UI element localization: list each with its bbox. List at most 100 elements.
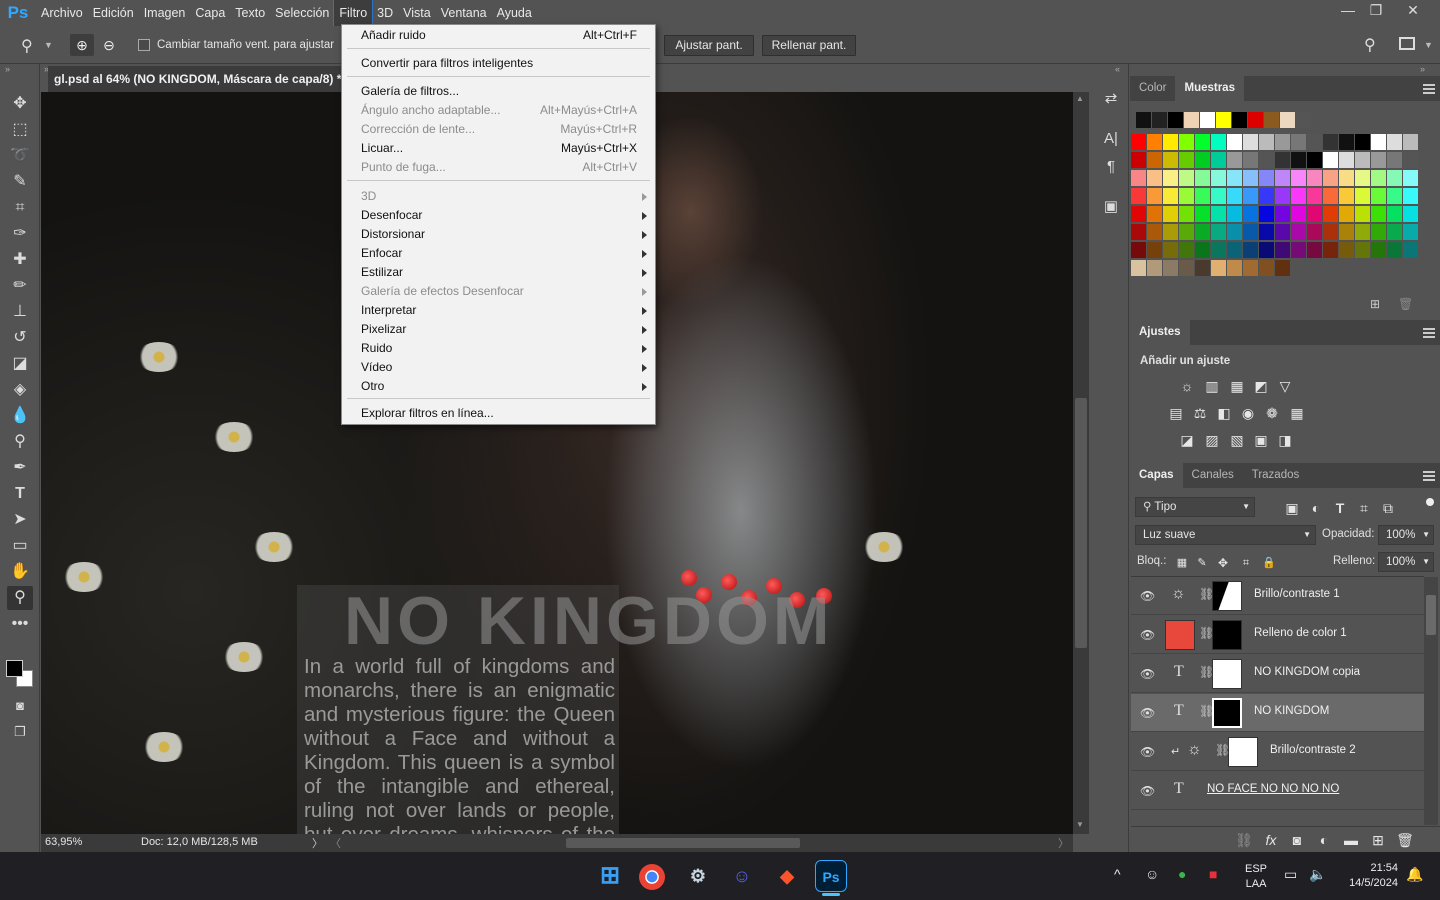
curves-icon[interactable]: ▦ [1228, 378, 1246, 394]
restore-button[interactable]: ❐ [1359, 0, 1393, 20]
resize-window-checkbox[interactable] [138, 39, 150, 51]
color-swatch[interactable] [1355, 170, 1370, 186]
color-swatch[interactable] [1243, 242, 1258, 258]
color-swatch[interactable] [1387, 242, 1402, 258]
color-swatch[interactable] [1403, 206, 1418, 222]
color-swatch[interactable] [1179, 188, 1194, 204]
color-swatch[interactable] [1195, 134, 1210, 150]
zoom-in-icon[interactable]: ⊕ [70, 34, 94, 56]
color-swatch[interactable] [1259, 134, 1274, 150]
vibrance-icon[interactable]: ▽ [1276, 378, 1294, 394]
color-swatch[interactable] [1259, 152, 1274, 168]
color-swatch[interactable] [1387, 170, 1402, 186]
color-swatch[interactable] [1403, 224, 1418, 240]
color-swatch[interactable] [1371, 152, 1386, 168]
color-swatch[interactable] [1243, 224, 1258, 240]
color-swatch[interactable] [1147, 242, 1162, 258]
layer-name[interactable]: NO KINGDOM [1254, 705, 1329, 717]
delete-layer-icon[interactable]: 🗑 [1396, 832, 1414, 848]
layer-row[interactable]: 👁 T ⛓ NO KINGDOM copia [1131, 655, 1424, 693]
color-swatch[interactable] [1371, 134, 1386, 150]
color-balance-icon[interactable]: ⚖ [1191, 405, 1209, 421]
layer-mask-thumbnail[interactable] [1212, 659, 1242, 689]
color-swatch[interactable] [1355, 188, 1370, 204]
color-swatch[interactable] [1163, 188, 1178, 204]
swatches-menu-icon[interactable] [1423, 88, 1435, 90]
color-swatch[interactable] [1403, 170, 1418, 186]
color-swatch[interactable] [1227, 260, 1242, 276]
color-swatch[interactable] [1307, 188, 1322, 204]
menu-edicion[interactable]: Edición [88, 0, 139, 26]
menu-item-estilizar[interactable]: Estilizar [342, 263, 655, 282]
lasso-tool-icon[interactable]: ➰ [7, 144, 33, 168]
threshold-icon[interactable]: ▧ [1228, 432, 1246, 448]
zoom-tool-selected-icon[interactable]: ⚲ [7, 586, 33, 610]
photoshop-taskbar-icon[interactable]: Ps [815, 860, 847, 892]
color-swatch[interactable] [1179, 260, 1194, 276]
color-swatch[interactable] [1403, 188, 1418, 204]
paint-bucket-tool-icon[interactable]: ◈ [7, 378, 33, 402]
color-swatch[interactable] [1163, 206, 1178, 222]
color-swatch[interactable] [1275, 260, 1290, 276]
color-swatch[interactable] [1387, 134, 1402, 150]
history-panel-icon[interactable]: ⇄ [1101, 88, 1121, 110]
dodge-tool-icon[interactable]: ⚲ [7, 430, 33, 454]
filter-shape-icon[interactable]: ⌗ [1355, 500, 1373, 516]
hue-saturation-icon[interactable]: ▤ [1167, 405, 1185, 421]
color-swatch[interactable] [1275, 170, 1290, 186]
color-swatch[interactable] [1275, 206, 1290, 222]
color-swatch[interactable] [1227, 242, 1242, 258]
layer-name[interactable]: Brillo/contraste 1 [1254, 588, 1340, 600]
color-swatch[interactable] [1243, 206, 1258, 222]
color-swatch[interactable] [1131, 224, 1146, 240]
color-swatch[interactable] [1403, 152, 1418, 168]
vertical-scroll-thumb[interactable] [1075, 398, 1087, 648]
color-swatch[interactable] [1200, 112, 1215, 128]
layer-name[interactable]: NO FACE NO NO NO NO [1207, 783, 1339, 795]
color-swatch[interactable] [1227, 152, 1242, 168]
filter-toggle-icon[interactable] [1426, 498, 1434, 506]
color-swatch[interactable] [1243, 134, 1258, 150]
color-swatch[interactable] [1339, 206, 1354, 222]
tray-overflow-icon[interactable]: ^ [1114, 866, 1121, 882]
color-swatch[interactable] [1195, 152, 1210, 168]
color-swatch[interactable] [1387, 224, 1402, 240]
more-tools-icon[interactable]: ••• [7, 612, 33, 636]
lock-pixels-icon[interactable]: ✎ [1193, 555, 1211, 571]
menu-item-otro[interactable]: Otro [342, 377, 655, 396]
color-swatch[interactable] [1259, 206, 1274, 222]
color-swatch[interactable] [1131, 206, 1146, 222]
color-swatch[interactable] [1339, 170, 1354, 186]
color-swatch[interactable] [1275, 224, 1290, 240]
color-swatch[interactable] [1371, 206, 1386, 222]
color-swatch[interactable] [1243, 170, 1258, 186]
chrome-icon[interactable] [639, 864, 665, 890]
collapse-toolbar-icon[interactable]: » [5, 64, 10, 74]
color-swatch[interactable] [1243, 260, 1258, 276]
eraser-tool-icon[interactable]: ◪ [7, 352, 33, 376]
levels-icon[interactable]: ▥ [1203, 378, 1221, 394]
character-panel-icon[interactable]: A| [1101, 128, 1121, 150]
exposure-icon[interactable]: ◩ [1252, 378, 1270, 394]
color-swatch[interactable] [1211, 242, 1226, 258]
color-swatch[interactable] [1275, 134, 1290, 150]
color-swatch[interactable] [1259, 242, 1274, 258]
color-swatch[interactable] [1211, 224, 1226, 240]
menu-item-pixelizar[interactable]: Pixelizar [342, 320, 655, 339]
lock-transparency-icon[interactable]: ▦ [1173, 555, 1191, 571]
color-swatch[interactable] [1323, 134, 1338, 150]
visibility-eye-icon[interactable]: 👁 [1140, 784, 1155, 798]
color-swatch[interactable] [1259, 224, 1274, 240]
color-swatch[interactable] [1131, 152, 1146, 168]
filter-type-icon[interactable]: T [1331, 500, 1349, 516]
doc-size-status[interactable]: Doc: 12,0 MB/128,5 MB [141, 836, 258, 848]
menu-vista[interactable]: Vista [398, 0, 436, 26]
color-swatch[interactable] [1371, 242, 1386, 258]
color-lookup-icon[interactable]: ▦ [1288, 405, 1306, 421]
tab-color[interactable]: Color [1130, 76, 1175, 101]
color-swatch[interactable] [1291, 206, 1306, 222]
discord-icon[interactable]: ☺ [726, 860, 758, 892]
color-swatch[interactable] [1291, 170, 1306, 186]
layer-row-selected[interactable]: 👁 T ⛓ NO KINGDOM [1131, 694, 1424, 732]
color-swatch[interactable] [1323, 152, 1338, 168]
